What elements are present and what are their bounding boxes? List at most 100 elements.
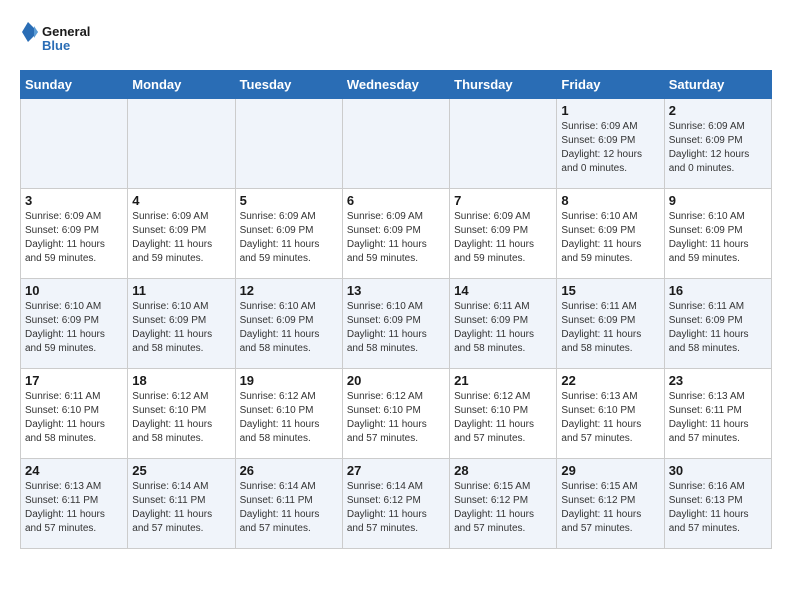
day-number: 12 [240, 283, 338, 298]
day-number: 9 [669, 193, 767, 208]
day-info: Sunrise: 6:10 AM Sunset: 6:09 PM Dayligh… [132, 300, 230, 356]
day-number: 18 [132, 373, 230, 388]
week-row-4: 24Sunrise: 6:13 AM Sunset: 6:11 PM Dayli… [21, 459, 772, 549]
calendar-cell [21, 99, 128, 189]
calendar-cell: 6 Sunrise: 6:09 AM Sunset: 6:09 PM Daylig… [342, 189, 449, 279]
day-number: 2 [669, 103, 767, 118]
day-info: Sunrise: 6:10 AM Sunset: 6:09 PM Dayligh… [669, 210, 767, 266]
day-info: Sunrise: 6:12 AM Sunset: 6:10 PM Dayligh… [240, 390, 338, 446]
calendar-cell: 14Sunrise: 6:11 AM Sunset: 6:09 PM Dayli… [450, 279, 557, 369]
calendar-cell: 5 Sunrise: 6:09 AM Sunset: 6:09 PM Daylig… [235, 189, 342, 279]
day-info: Sunrise: 6:12 AM Sunset: 6:10 PM Dayligh… [347, 390, 445, 446]
calendar-cell: 3Sunrise: 6:09 AM Sunset: 6:09 PM Daylig… [21, 189, 128, 279]
calendar-cell: 4 Sunrise: 6:09 AM Sunset: 6:09 PM Daylig… [128, 189, 235, 279]
calendar-cell: 22 Sunrise: 6:13 AM Sunset: 6:10 PM Dayli… [557, 369, 664, 459]
day-number: 14 [454, 283, 552, 298]
day-number: 10 [25, 283, 123, 298]
header-monday: Monday [128, 71, 235, 99]
day-info: Sunrise: 6:09 AM Sunset: 6:09 PM Dayligh… [240, 210, 338, 266]
calendar-cell: 23 Sunrise: 6:13 AM Sunset: 6:11 PM Dayli… [664, 369, 771, 459]
calendar-body: 1 Sunrise: 6:09 AM Sunset: 6:09 PM Daylig… [21, 99, 772, 549]
day-number: 8 [561, 193, 659, 208]
day-info: Sunrise: 6:09 AM Sunset: 6:09 PM Dayligh… [561, 120, 659, 176]
day-info: Sunrise: 6:14 AM Sunset: 6:11 PM Dayligh… [240, 480, 338, 536]
day-info: Sunrise: 6:14 AM Sunset: 6:12 PM Dayligh… [347, 480, 445, 536]
calendar-cell [235, 99, 342, 189]
calendar-cell: 29 Sunrise: 6:15 AM Sunset: 6:12 PM Dayli… [557, 459, 664, 549]
day-info: Sunrise: 6:13 AM Sunset: 6:11 PM Dayligh… [669, 390, 767, 446]
calendar-cell: 10 Sunrise: 6:10 AM Sunset: 6:09 PM Dayli… [21, 279, 128, 369]
day-number: 21 [454, 373, 552, 388]
calendar-cell: 1 Sunrise: 6:09 AM Sunset: 6:09 PM Daylig… [557, 99, 664, 189]
calendar-cell: 18Sunrise: 6:12 AM Sunset: 6:10 PM Dayli… [128, 369, 235, 459]
week-row-2: 10 Sunrise: 6:10 AM Sunset: 6:09 PM Dayli… [21, 279, 772, 369]
day-number: 15 [561, 283, 659, 298]
day-info: Sunrise: 6:10 AM Sunset: 6:09 PM Dayligh… [25, 300, 123, 356]
header-saturday: Saturday [664, 71, 771, 99]
calendar-cell: 30Sunrise: 6:16 AM Sunset: 6:13 PM Dayli… [664, 459, 771, 549]
header-row: SundayMondayTuesdayWednesdayThursdayFrid… [21, 71, 772, 99]
header-thursday: Thursday [450, 71, 557, 99]
day-number: 28 [454, 463, 552, 478]
svg-text:General: General [42, 24, 90, 39]
day-info: Sunrise: 6:16 AM Sunset: 6:13 PM Dayligh… [669, 480, 767, 536]
day-number: 29 [561, 463, 659, 478]
calendar-cell: 9 Sunrise: 6:10 AM Sunset: 6:09 PM Daylig… [664, 189, 771, 279]
calendar-cell [342, 99, 449, 189]
day-info: Sunrise: 6:10 AM Sunset: 6:09 PM Dayligh… [347, 300, 445, 356]
calendar-cell [128, 99, 235, 189]
day-number: 17 [25, 373, 123, 388]
day-info: Sunrise: 6:13 AM Sunset: 6:11 PM Dayligh… [25, 480, 123, 536]
week-row-1: 3Sunrise: 6:09 AM Sunset: 6:09 PM Daylig… [21, 189, 772, 279]
calendar-table: SundayMondayTuesdayWednesdayThursdayFrid… [20, 70, 772, 549]
calendar-cell: 15 Sunrise: 6:11 AM Sunset: 6:09 PM Dayli… [557, 279, 664, 369]
page-header: General Blue [20, 20, 772, 60]
day-info: Sunrise: 6:11 AM Sunset: 6:09 PM Dayligh… [561, 300, 659, 356]
calendar-cell: 16Sunrise: 6:11 AM Sunset: 6:09 PM Dayli… [664, 279, 771, 369]
calendar-cell: 20 Sunrise: 6:12 AM Sunset: 6:10 PM Dayli… [342, 369, 449, 459]
day-info: Sunrise: 6:15 AM Sunset: 6:12 PM Dayligh… [561, 480, 659, 536]
day-info: Sunrise: 6:10 AM Sunset: 6:09 PM Dayligh… [561, 210, 659, 266]
day-info: Sunrise: 6:11 AM Sunset: 6:09 PM Dayligh… [669, 300, 767, 356]
day-number: 5 [240, 193, 338, 208]
day-info: Sunrise: 6:11 AM Sunset: 6:10 PM Dayligh… [25, 390, 123, 446]
day-info: Sunrise: 6:14 AM Sunset: 6:11 PM Dayligh… [132, 480, 230, 536]
calendar-cell: 25 Sunrise: 6:14 AM Sunset: 6:11 PM Dayli… [128, 459, 235, 549]
day-info: Sunrise: 6:09 AM Sunset: 6:09 PM Dayligh… [669, 120, 767, 176]
header-tuesday: Tuesday [235, 71, 342, 99]
calendar-cell: 7 Sunrise: 6:09 AM Sunset: 6:09 PM Daylig… [450, 189, 557, 279]
day-number: 20 [347, 373, 445, 388]
day-number: 4 [132, 193, 230, 208]
day-number: 7 [454, 193, 552, 208]
day-number: 6 [347, 193, 445, 208]
calendar-cell: 26 Sunrise: 6:14 AM Sunset: 6:11 PM Dayli… [235, 459, 342, 549]
week-row-0: 1 Sunrise: 6:09 AM Sunset: 6:09 PM Daylig… [21, 99, 772, 189]
calendar-cell [450, 99, 557, 189]
day-number: 1 [561, 103, 659, 118]
day-number: 25 [132, 463, 230, 478]
day-number: 13 [347, 283, 445, 298]
logo: General Blue [20, 20, 100, 60]
day-number: 19 [240, 373, 338, 388]
day-info: Sunrise: 6:09 AM Sunset: 6:09 PM Dayligh… [454, 210, 552, 266]
day-info: Sunrise: 6:09 AM Sunset: 6:09 PM Dayligh… [132, 210, 230, 266]
calendar-cell: 21 Sunrise: 6:12 AM Sunset: 6:10 PM Dayli… [450, 369, 557, 459]
calendar-cell: 12Sunrise: 6:10 AM Sunset: 6:09 PM Dayli… [235, 279, 342, 369]
day-info: Sunrise: 6:12 AM Sunset: 6:10 PM Dayligh… [454, 390, 552, 446]
calendar-cell: 11Sunrise: 6:10 AM Sunset: 6:09 PM Dayli… [128, 279, 235, 369]
day-number: 26 [240, 463, 338, 478]
calendar-cell: 2 Sunrise: 6:09 AM Sunset: 6:09 PM Daylig… [664, 99, 771, 189]
calendar-cell: 19 Sunrise: 6:12 AM Sunset: 6:10 PM Dayli… [235, 369, 342, 459]
day-number: 23 [669, 373, 767, 388]
day-number: 22 [561, 373, 659, 388]
calendar-header: SundayMondayTuesdayWednesdayThursdayFrid… [21, 71, 772, 99]
header-sunday: Sunday [21, 71, 128, 99]
calendar-cell: 13 Sunrise: 6:10 AM Sunset: 6:09 PM Dayli… [342, 279, 449, 369]
day-info: Sunrise: 6:15 AM Sunset: 6:12 PM Dayligh… [454, 480, 552, 536]
day-info: Sunrise: 6:13 AM Sunset: 6:10 PM Dayligh… [561, 390, 659, 446]
day-number: 27 [347, 463, 445, 478]
header-wednesday: Wednesday [342, 71, 449, 99]
calendar-cell: 8 Sunrise: 6:10 AM Sunset: 6:09 PM Daylig… [557, 189, 664, 279]
header-friday: Friday [557, 71, 664, 99]
day-info: Sunrise: 6:09 AM Sunset: 6:09 PM Dayligh… [347, 210, 445, 266]
